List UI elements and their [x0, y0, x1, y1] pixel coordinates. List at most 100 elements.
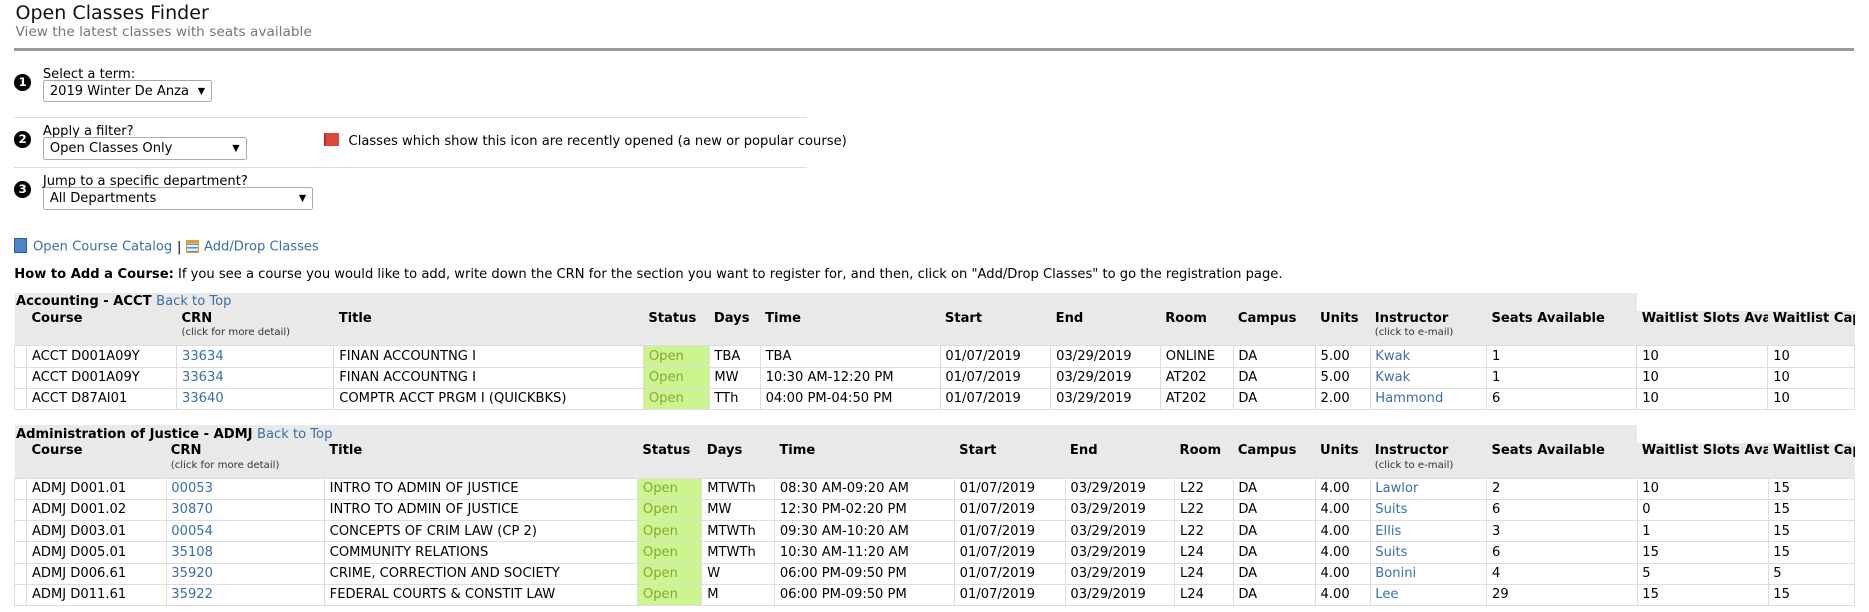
open-course-catalog-link[interactable]: Open Course Catalog — [33, 240, 172, 255]
flag-cell — [14, 477, 28, 500]
column-header-crn: CRN (click for more detail) — [166, 443, 325, 479]
waitlist-slots-cell: 10 — [1636, 387, 1769, 411]
waitlist-slots-cell: 10 — [1636, 345, 1769, 368]
instructor-cell: Bonini — [1369, 562, 1488, 585]
days-cell: MTWTh — [701, 477, 776, 500]
step-3-icon: 3 — [14, 181, 31, 198]
blank-header — [14, 310, 27, 346]
column-header-campus: Campus — [1233, 443, 1316, 479]
back-to-top-link[interactable]: Back to Top — [156, 294, 231, 309]
column-header-label: Time — [765, 311, 802, 327]
how-to-label: How to Add a Course: — [14, 266, 174, 282]
crn-cell: 33634 — [176, 345, 335, 368]
link-separator: | — [177, 239, 182, 255]
seats-available-cell: 6 — [1486, 387, 1638, 411]
column-header-label: Status — [642, 443, 691, 459]
time-cell: 06:00 PM-09:50 PM — [774, 583, 955, 606]
waitlist-capacity-cell: 15 — [1767, 498, 1856, 522]
waitlist-capacity-cell: 10 — [1767, 345, 1856, 368]
end-cell: 03/29/2019 — [1064, 477, 1176, 500]
instructor-cell: Hammond — [1369, 387, 1488, 411]
column-header-status: Status — [643, 310, 710, 346]
table-row: ACCT D001A09Y 33634 FINAN ACCOUNTNG I Open T… — [14, 345, 1856, 368]
instructor-cell: Suits — [1369, 498, 1488, 522]
room-cell: AT202 — [1159, 366, 1234, 389]
crn-link[interactable]: 33640 — [182, 391, 224, 406]
column-header-title: Title — [324, 443, 638, 479]
crn-link[interactable]: 33634 — [182, 370, 224, 385]
instructor-link[interactable]: Lee — [1375, 587, 1398, 602]
column-header-label: Waitlist Slots Available — [1641, 443, 1768, 459]
crn-note: (click for more detail) — [170, 459, 280, 471]
end-cell: 03/29/2019 — [1064, 520, 1176, 543]
course-cell: ADMJ D001.01 — [26, 477, 167, 500]
column-header-units: Units — [1315, 443, 1371, 479]
column-header-label: Course — [31, 311, 83, 327]
units-cell: 4.00 — [1314, 520, 1371, 543]
column-header-status: Status — [637, 443, 702, 479]
instructor-link[interactable]: Kwak — [1375, 370, 1410, 385]
course-cell: ACCT D001A09Y — [26, 345, 178, 368]
crn-link[interactable]: 35920 — [171, 566, 213, 581]
title-cell: COMPTR ACCT PRGM I (QUICKBKS) — [333, 387, 645, 411]
days-cell: MTWTh — [701, 520, 776, 543]
filter-select[interactable]: Open Classes Only ▼ — [42, 136, 247, 160]
flag-cell — [14, 345, 28, 368]
crn-link[interactable]: 35108 — [171, 545, 213, 560]
back-to-top-link[interactable]: Back to Top — [257, 427, 332, 442]
department-header: Accounting - ACCT Back to Top — [14, 292, 1855, 311]
column-header-label: Waitlist Slots Available — [1641, 311, 1768, 327]
department-header: Administration of Justice - ADMJ Back to… — [14, 425, 1855, 444]
instructor-link[interactable]: Ellis — [1375, 524, 1401, 539]
days-cell: TTh — [708, 387, 761, 411]
blank-header — [14, 443, 27, 479]
crn-link[interactable]: 30870 — [171, 502, 213, 517]
campus-cell: DA — [1232, 345, 1316, 368]
term-select[interactable]: 2019 Winter De Anza ▼ — [42, 79, 212, 103]
time-cell: 12:30 PM-02:20 PM — [774, 498, 955, 522]
instructor-link[interactable]: Kwak — [1375, 349, 1410, 364]
column-header-instructor: Instructor (click to e-mail) — [1370, 443, 1487, 479]
instructor-link[interactable]: Hammond — [1375, 391, 1443, 406]
crn-cell: 35920 — [165, 562, 325, 585]
column-header-row: Course CRN (click for more detail) Title Sta… — [14, 443, 1855, 479]
column-header-label: Time — [779, 443, 816, 459]
time-cell: 09:30 AM-10:20 AM — [774, 520, 955, 543]
crn-link[interactable]: 00053 — [171, 481, 213, 496]
status-cell: Open — [637, 520, 703, 543]
blank-cell — [1636, 292, 1855, 311]
days-cell: W — [701, 562, 776, 585]
department-select[interactable]: All Departments ▼ — [42, 186, 314, 210]
column-header-label: Campus — [1237, 443, 1297, 459]
crn-cell: 33640 — [176, 387, 335, 411]
header-rule — [14, 47, 1855, 52]
campus-cell: DA — [1232, 477, 1316, 500]
title-cell: INTRO TO ADMIN OF JUSTICE — [323, 477, 639, 500]
column-header-label: Room — [1179, 443, 1222, 459]
column-header-label: Seats Available — [1491, 443, 1605, 459]
room-cell: ONLINE — [1159, 345, 1234, 368]
term-step: 1 Select a term: 2019 Winter De Anza ▼ — [14, 67, 807, 115]
crn-link[interactable]: 00054 — [171, 524, 213, 539]
column-header-label: Course — [31, 443, 83, 459]
column-header-course: Course — [26, 443, 167, 479]
instructor-link[interactable]: Lawlor — [1375, 481, 1418, 496]
time-cell: 06:00 PM-09:50 PM — [774, 562, 955, 585]
seats-available-cell: 6 — [1486, 541, 1638, 564]
room-cell: L22 — [1174, 498, 1234, 522]
crn-link[interactable]: 35922 — [171, 587, 213, 602]
instructor-cell: Lee — [1369, 583, 1488, 606]
start-cell: 01/07/2019 — [953, 477, 1066, 500]
status-cell: Open — [643, 387, 710, 411]
waitlist-capacity-cell: 15 — [1767, 520, 1856, 543]
instructor-link[interactable]: Suits — [1375, 545, 1407, 560]
column-header-waitlist-capacity: Waitlist Capacity — [1767, 310, 1855, 346]
department-name: Accounting - ACCT — [15, 294, 152, 310]
instructor-link[interactable]: Bonini — [1375, 566, 1416, 581]
how-to-add: How to Add a Course: If you see a course… — [14, 267, 1282, 282]
crn-link[interactable]: 33634 — [182, 349, 224, 364]
add-drop-classes-link[interactable]: Add/Drop Classes — [204, 240, 319, 255]
status-cell: Open — [637, 562, 703, 585]
instructor-link[interactable]: Suits — [1375, 502, 1407, 517]
column-header-start: Start — [940, 310, 1051, 346]
